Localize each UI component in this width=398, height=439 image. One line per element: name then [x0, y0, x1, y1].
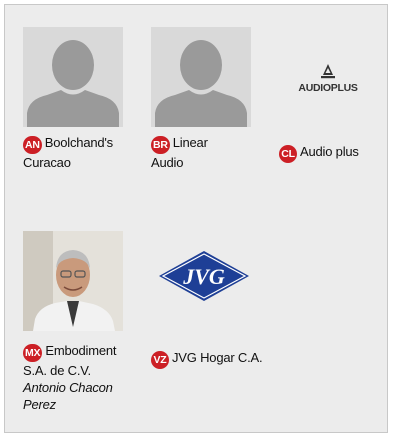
audioplus-logo-text: AUDIOPLUS — [298, 82, 357, 94]
dealer-card-vz[interactable]: JVG VZ JVG Hogar C.A. — [151, 231, 271, 431]
dealer-name-line1: JVG Hogar C.A. — [172, 350, 263, 365]
dealer-contact-line2: Perez — [23, 397, 56, 412]
country-badge: MX — [23, 344, 43, 362]
jvg-logo-text: JVG — [182, 264, 225, 289]
person-placeholder-icon — [151, 27, 251, 127]
dealer-caption: CL Audio plus — [279, 143, 398, 163]
dealer-name-line2: S.A. de C.V. — [23, 363, 91, 378]
dealer-name-line1: Linear — [172, 135, 208, 150]
country-badge: AN — [23, 136, 42, 154]
person-photo — [23, 231, 123, 331]
dealer-name-line2: Audio — [151, 155, 184, 170]
dealer-caption: BR Linear Audio — [151, 134, 271, 171]
jvg-logo: JVG — [157, 249, 251, 303]
dealer-caption: MX Embodiment S.A. de C.V. Antonio Chacon… — [23, 342, 143, 413]
dealer-contact-line1: Antonio Chacon — [23, 380, 113, 395]
dealer-name-line1: Boolchand's — [44, 135, 113, 150]
country-badge: BR — [151, 136, 170, 154]
dealer-caption: VZ JVG Hogar C.A. — [151, 349, 271, 369]
person-placeholder-icon — [23, 27, 123, 127]
dealer-name-line1: Embodiment — [45, 343, 117, 358]
dealer-card-mx[interactable]: MX Embodiment S.A. de C.V. Antonio Chacon… — [23, 231, 143, 431]
dealer-panel: AN Boolchand's Curacao BR Linear Audio AUD… — [4, 4, 388, 433]
dealer-card-cl[interactable]: AUDIOPLUS CL Audio plus — [279, 27, 398, 187]
country-badge: CL — [279, 145, 297, 163]
dealer-caption: AN Boolchand's Curacao — [23, 134, 143, 171]
audioplus-logo: AUDIOPLUS — [279, 61, 379, 101]
dealer-card-an[interactable]: AN Boolchand's Curacao — [23, 27, 143, 187]
dealer-name-line2: Curacao — [23, 155, 71, 170]
dealer-name-line1: Audio plus — [300, 144, 359, 159]
country-badge: VZ — [151, 351, 169, 369]
dealer-card-br[interactable]: BR Linear Audio — [151, 27, 271, 187]
